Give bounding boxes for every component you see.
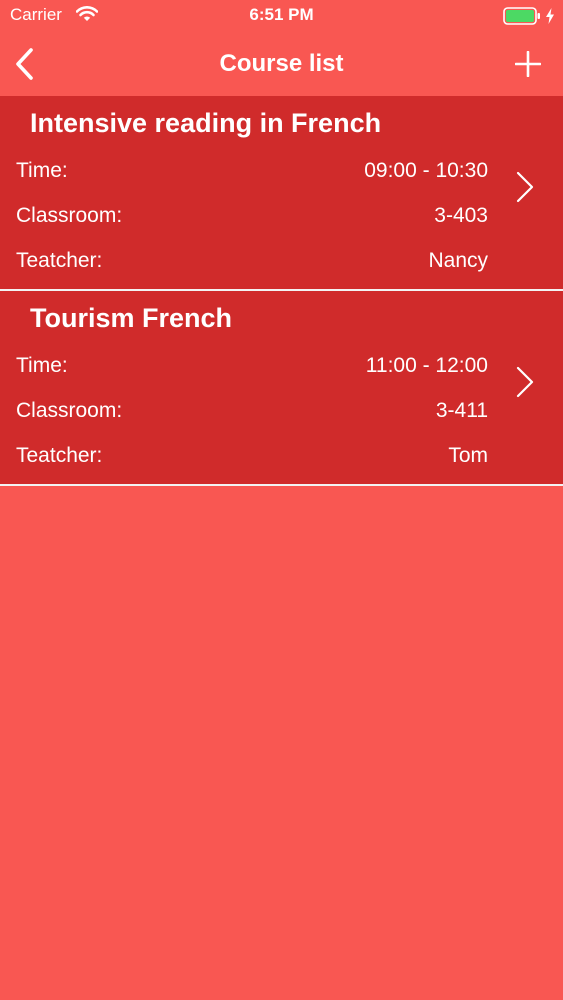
course-title: Tourism French <box>30 303 233 333</box>
time-label: Time: <box>16 159 68 182</box>
time-label: Time: <box>16 354 68 377</box>
teacher-value: Tom <box>448 444 488 467</box>
add-course-button[interactable] <box>508 44 548 84</box>
page-title: Course list <box>219 50 344 77</box>
chevron-right-icon[interactable] <box>514 365 536 399</box>
classroom-label: Classroom: <box>16 399 123 422</box>
classroom-value: 3-403 <box>434 204 488 227</box>
course-list: Intensive reading in French Time: 09:00 … <box>0 96 563 486</box>
status-bar: Carrier 6:51 PM <box>0 0 563 32</box>
classroom-label: Classroom: <box>16 204 123 227</box>
time-value: 11:00 - 12:00 <box>365 354 488 377</box>
battery-icon <box>503 7 540 25</box>
teacher-label: Teatcher: <box>16 444 103 467</box>
teacher-label: Teatcher: <box>16 249 103 272</box>
status-time: 6:51 PM <box>249 5 314 24</box>
charging-bolt-icon <box>546 8 554 24</box>
plus-icon <box>515 51 541 77</box>
course-row[interactable]: Tourism French Time: 11:00 - 12:00 Class… <box>0 291 563 486</box>
chevron-right-icon[interactable] <box>514 170 536 204</box>
course-row[interactable]: Intensive reading in French Time: 09:00 … <box>0 96 563 291</box>
navigation-bar: Course list <box>0 32 563 96</box>
classroom-value: 3-411 <box>435 399 488 422</box>
course-title: Intensive reading in French <box>30 108 382 138</box>
teacher-value: Nancy <box>428 249 488 272</box>
time-value: 09:00 - 10:30 <box>364 159 488 182</box>
